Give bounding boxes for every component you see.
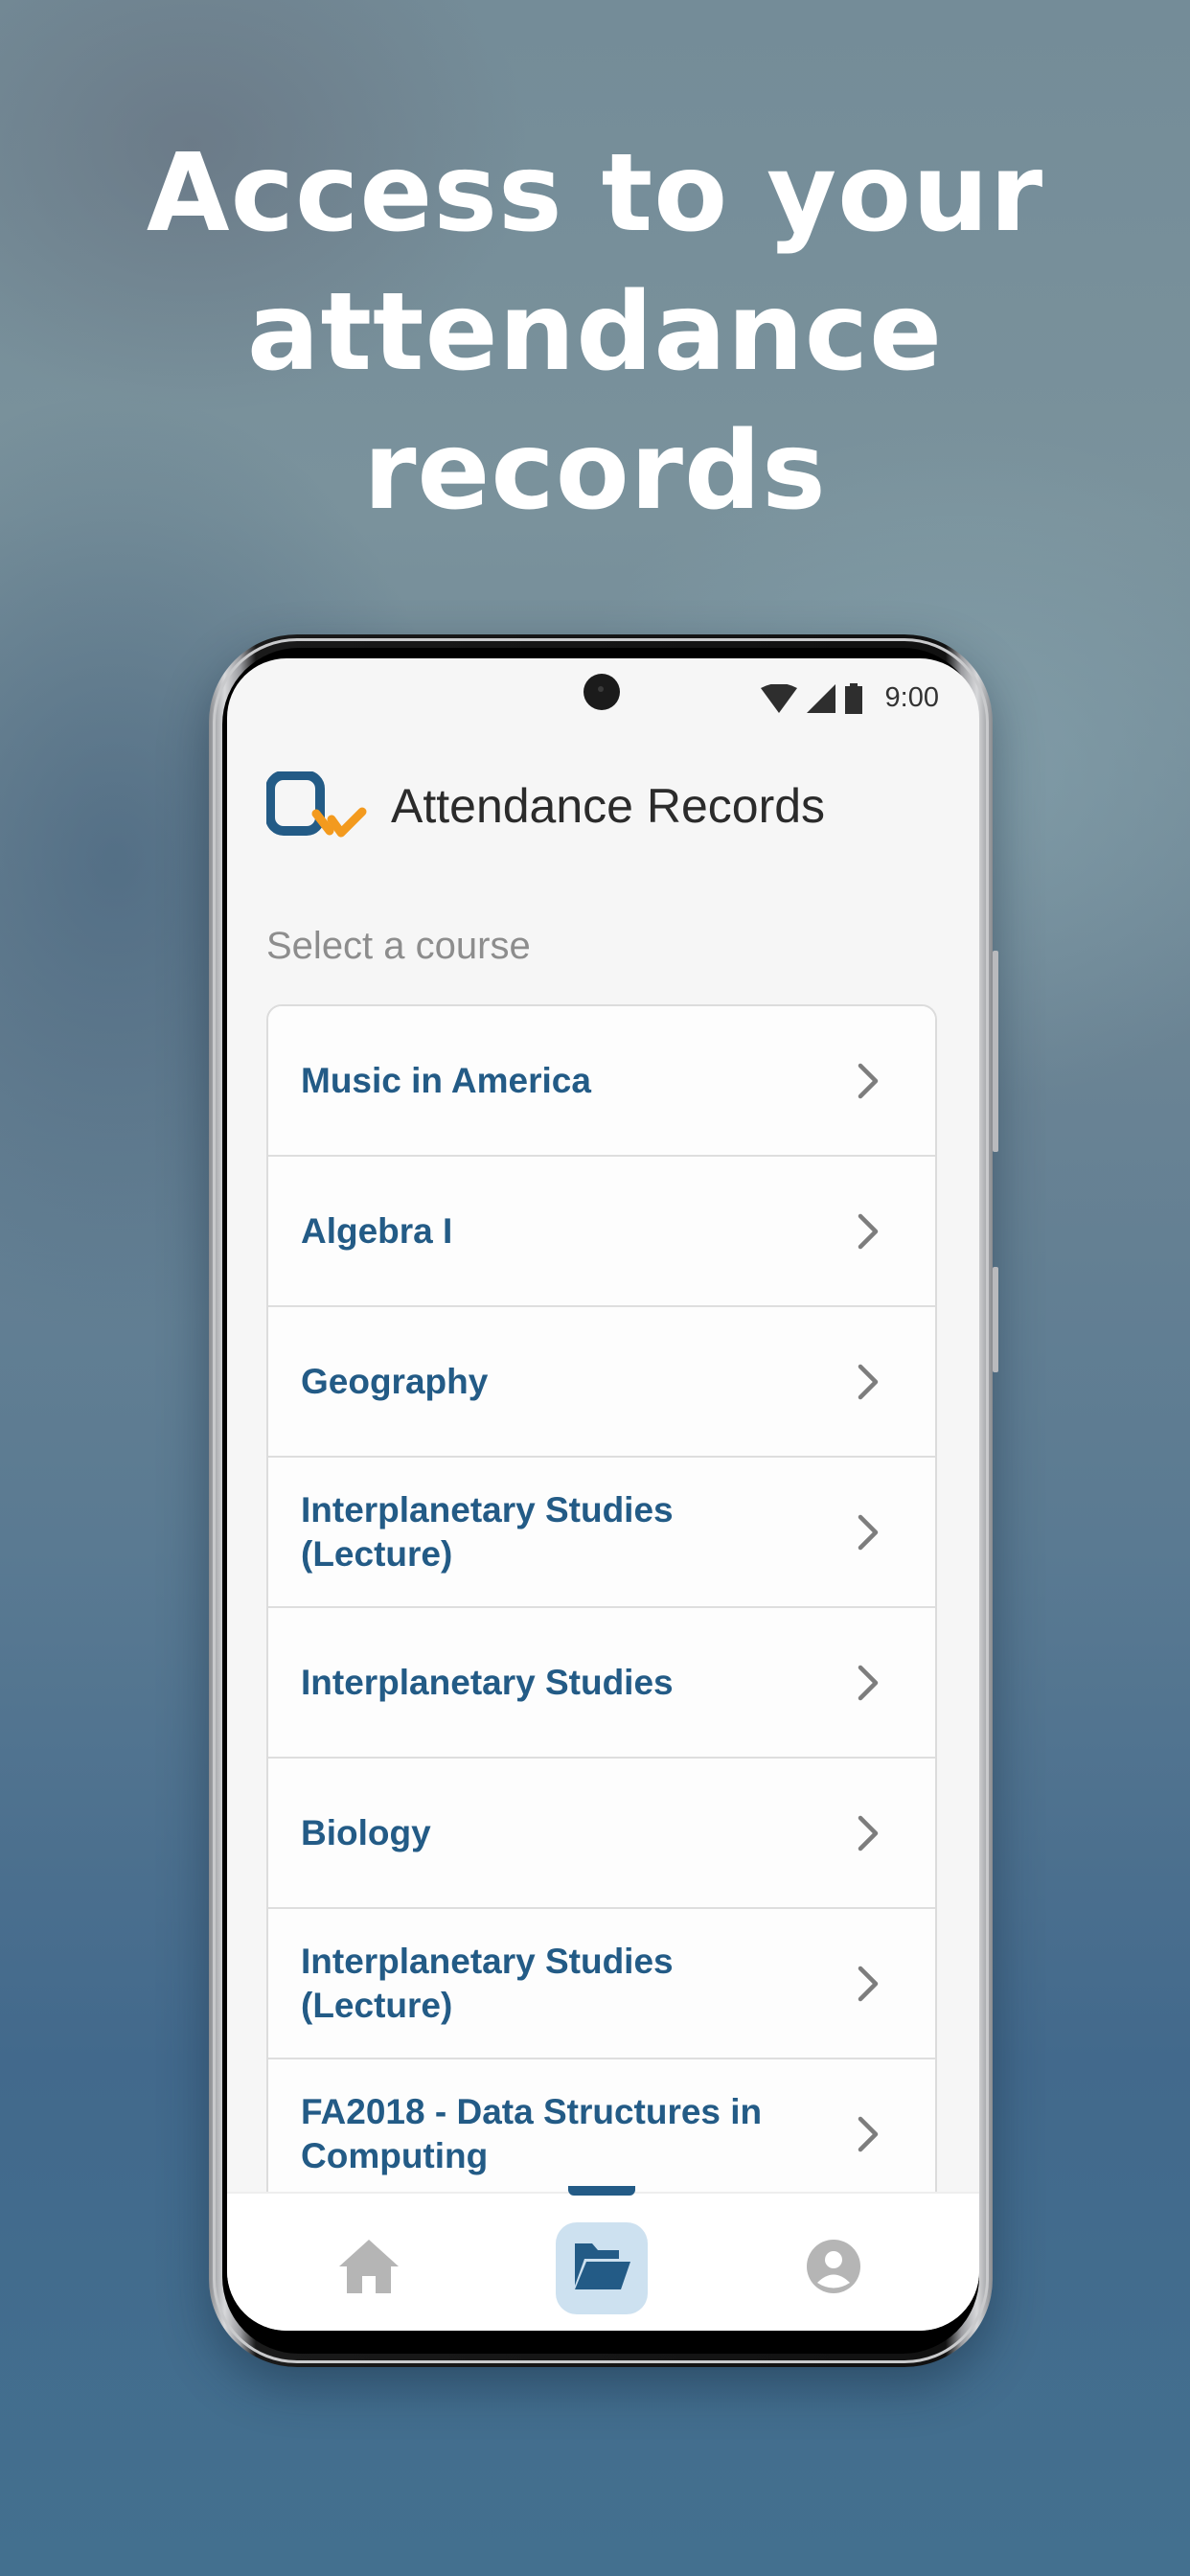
course-item-interplanetary-studies-lecture[interactable]: Interplanetary Studies (Lecture) (268, 1458, 935, 1608)
volume-button (993, 951, 998, 1152)
course-item-music-in-america[interactable]: Music in America (268, 1006, 935, 1157)
course-list: Music in America Algebra I Geography Int… (266, 1004, 937, 2212)
course-name: Interplanetary Studies (301, 1662, 674, 1702)
qv-logo (265, 770, 370, 840)
chevron-right-icon (857, 1965, 880, 2003)
battery-icon (844, 682, 862, 714)
section-label: Select a course (266, 925, 531, 967)
active-tab-indicator (568, 2186, 635, 2196)
chevron-right-icon (857, 1513, 880, 1552)
chevron-right-icon (857, 1363, 880, 1401)
front-camera (584, 674, 620, 710)
course-name: Interplanetary Studies (Lecture) (301, 1489, 674, 1574)
course-item-geography[interactable]: Geography (268, 1307, 935, 1458)
course-name: Algebra I (301, 1210, 453, 1251)
chevron-right-icon (857, 1062, 880, 1100)
nav-records[interactable] (556, 2222, 648, 2314)
account-circle-icon (807, 2239, 860, 2298)
course-name: Interplanetary Studies (Lecture) (301, 1941, 674, 2025)
home-icon (339, 2239, 399, 2298)
phone-screen: 9:00 Attendance Records Select a course … (227, 658, 979, 2331)
bottom-nav (227, 2186, 979, 2331)
course-item-biology[interactable]: Biology (268, 1759, 935, 1909)
headline-line-1: Access to your (146, 131, 1044, 256)
nav-home[interactable] (323, 2222, 415, 2314)
nav-profile[interactable] (788, 2222, 880, 2314)
status-time: 9:00 (884, 682, 939, 713)
chevron-right-icon (857, 1664, 880, 1702)
power-button (993, 1267, 998, 1372)
status-bar: 9:00 (760, 682, 939, 714)
headline: Access to your attendance records (0, 125, 1190, 541)
wifi-icon (760, 683, 797, 713)
course-name: Biology (301, 1812, 431, 1852)
page-title: Attendance Records (391, 779, 826, 833)
headline-line-2: attendance (246, 270, 944, 395)
course-name: Music in America (301, 1060, 591, 1100)
chevron-right-icon (857, 2115, 880, 2153)
headline-line-3: records (363, 409, 827, 534)
cellular-signal-icon (806, 683, 835, 713)
course-item-algebra-i[interactable]: Algebra I (268, 1157, 935, 1307)
course-item-interplanetary-studies-lecture-2[interactable]: Interplanetary Studies (Lecture) (268, 1909, 935, 2059)
app-header: Attendance Records (265, 770, 826, 840)
chevron-right-icon (857, 1212, 880, 1251)
course-name: Geography (301, 1361, 489, 1401)
course-name: FA2018 - Data Structures in Computing (301, 2091, 763, 2175)
course-item-interplanetary-studies[interactable]: Interplanetary Studies (268, 1608, 935, 1759)
chevron-right-icon (857, 1814, 880, 1852)
folder-open-icon (573, 2242, 630, 2294)
